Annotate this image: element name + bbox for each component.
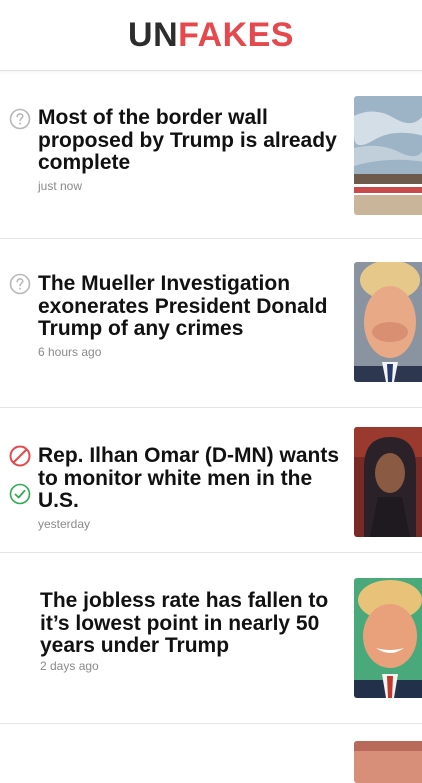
news-headline[interactable]: Most of the border wall proposed by Trum… — [38, 106, 340, 175]
logo-fakes: FAKES — [178, 15, 294, 54]
app-header: UNFAKES — [0, 0, 422, 71]
news-timestamp: just now — [38, 179, 83, 193]
status-icons — [9, 445, 31, 505]
question-circle-icon — [9, 108, 31, 130]
news-headline[interactable]: The Mueller Investigation exonerates Pre… — [38, 272, 340, 341]
status-icons — [9, 108, 31, 130]
news-timestamp: 6 hours ago — [38, 345, 102, 359]
trump-portrait-photo[interactable] — [354, 262, 422, 382]
news-item[interactable] — [0, 723, 422, 783]
trump-smiling-photo[interactable] — [354, 578, 422, 698]
news-item[interactable]: The jobless rate has fallen to it’s lowe… — [0, 552, 422, 724]
news-headline[interactable]: Rep. Ilhan Omar (D-MN) wants to monitor … — [38, 444, 340, 513]
news-timestamp: yesterday — [38, 517, 91, 531]
news-timestamp: 2 days ago — [40, 659, 99, 673]
news-thumbnail[interactable] — [354, 741, 422, 783]
news-item[interactable]: Most of the border wall proposed by Trum… — [0, 71, 422, 239]
news-item[interactable]: Rep. Ilhan Omar (D-MN) wants to monitor … — [0, 407, 422, 553]
border-wall-photo[interactable] — [354, 96, 422, 215]
question-circle-icon — [9, 273, 31, 295]
news-headline[interactable]: The jobless rate has fallen to it’s lowe… — [40, 589, 342, 658]
ilhan-omar-photo[interactable] — [354, 427, 422, 537]
app-logo[interactable]: UNFAKES — [128, 16, 294, 55]
check-circle-icon — [9, 483, 31, 505]
news-item[interactable]: The Mueller Investigation exonerates Pre… — [0, 238, 422, 408]
logo-un: UN — [128, 15, 179, 54]
no-entry-icon — [9, 445, 31, 467]
status-icons — [9, 273, 31, 295]
